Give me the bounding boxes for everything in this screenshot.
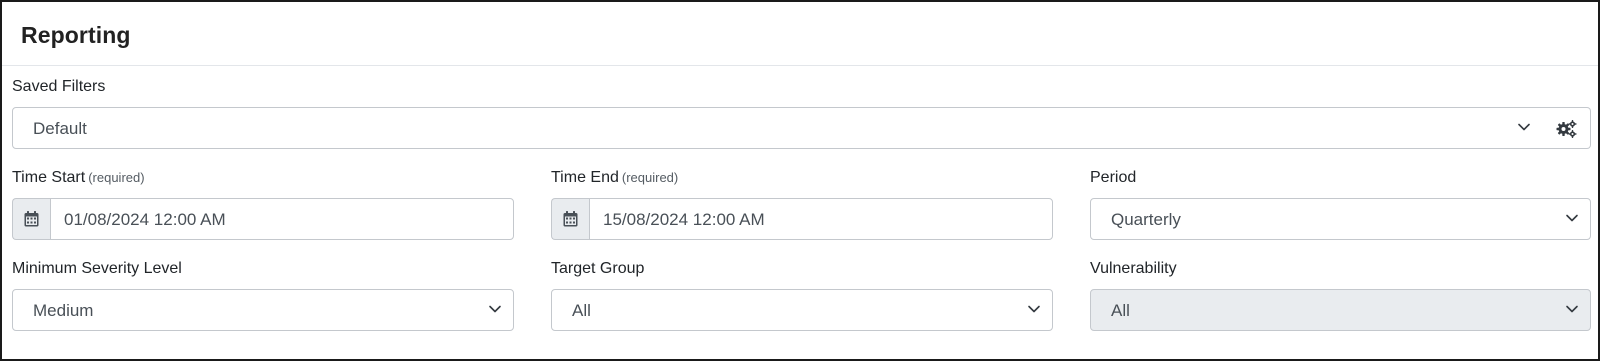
chevron-down-icon <box>1565 211 1579 225</box>
time-start-required-note: (required) <box>88 170 145 185</box>
time-start-label-text: Time Start <box>12 169 86 186</box>
vulnerability-select: All <box>1090 289 1591 331</box>
time-end-input[interactable]: 15/08/2024 12:00 AM <box>589 198 1053 240</box>
period-select[interactable]: Quarterly <box>1090 198 1591 240</box>
saved-filters-select[interactable]: Default <box>12 107 1543 149</box>
time-start-label: Time Start (required) <box>12 169 145 187</box>
chevron-down-icon <box>1517 120 1531 134</box>
vulnerability-value: All <box>1111 301 1130 320</box>
severity-select[interactable]: Medium <box>12 289 514 331</box>
chevron-down-icon <box>1565 302 1579 316</box>
target-group-value: All <box>572 301 591 320</box>
severity-value: Medium <box>33 301 94 320</box>
saved-filters-settings-button[interactable] <box>1542 107 1591 149</box>
chevron-down-icon <box>1027 302 1041 316</box>
time-end-required-note: (required) <box>621 170 679 185</box>
time-start-input[interactable]: 01/08/2024 12:00 AM <box>50 198 514 240</box>
gears-icon <box>1556 119 1577 144</box>
time-start-calendar-button[interactable] <box>12 198 50 240</box>
vulnerability-label: Vulnerability <box>1090 260 1177 277</box>
target-group-select[interactable]: All <box>551 289 1053 331</box>
calendar-icon <box>563 211 578 232</box>
target-group-label: Target Group <box>551 260 645 277</box>
time-end-label: Time End (required) <box>551 169 678 187</box>
saved-filters-value: Default <box>33 119 87 138</box>
time-start-value: 01/08/2024 12:00 AM <box>64 210 226 229</box>
saved-filters-label: Saved Filters <box>12 78 106 95</box>
period-label: Period <box>1090 169 1137 186</box>
time-end-label-text: Time End <box>551 169 619 186</box>
panel-header: Reporting <box>2 2 1598 66</box>
page-title: Reporting <box>21 22 131 48</box>
severity-label: Minimum Severity Level <box>12 260 182 277</box>
calendar-icon <box>24 211 39 232</box>
chevron-down-icon <box>488 302 502 316</box>
period-value: Quarterly <box>1111 210 1181 229</box>
time-end-value: 15/08/2024 12:00 AM <box>603 210 765 229</box>
time-end-calendar-button[interactable] <box>551 198 589 240</box>
